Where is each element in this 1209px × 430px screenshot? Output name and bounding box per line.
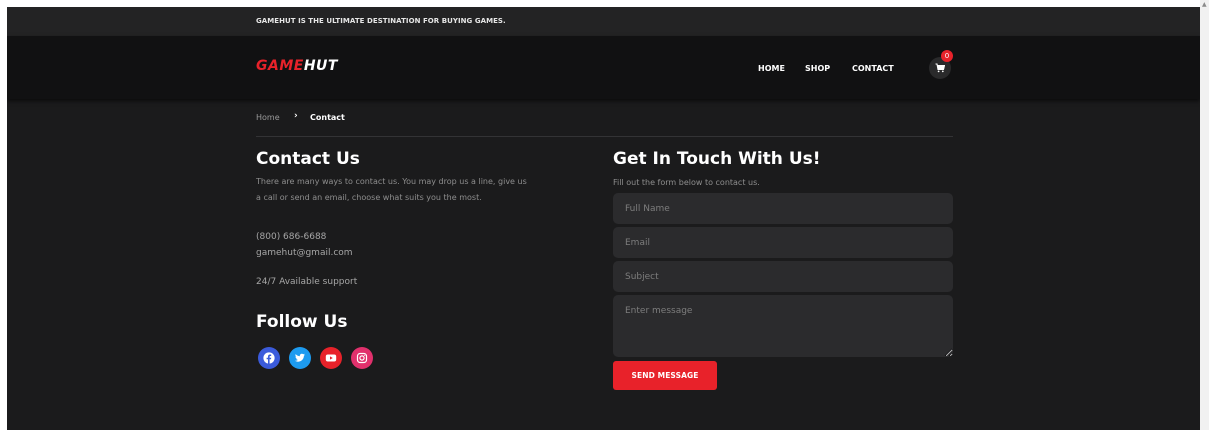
- youtube-icon: [325, 354, 337, 362]
- page: GAMEHUT IS THE ULTIMATE DESTINATION FOR …: [7, 7, 1200, 430]
- breadcrumb-separator-icon: ›: [294, 111, 298, 121]
- announcement-text: GAMEHUT IS THE ULTIMATE DESTINATION FOR …: [256, 17, 506, 25]
- logo-part-hut: HUT: [303, 58, 338, 74]
- contact-phone[interactable]: (800) 686-6688: [256, 232, 326, 242]
- vertical-scrollbar[interactable]: ▲: [1200, 0, 1209, 430]
- contact-title: Contact Us: [256, 149, 360, 169]
- nav-shop[interactable]: SHOP: [805, 64, 830, 73]
- subject-input[interactable]: [613, 261, 953, 292]
- breadcrumb-divider: [256, 136, 953, 137]
- breadcrumb-home[interactable]: Home: [256, 113, 280, 122]
- youtube-link[interactable]: [320, 347, 342, 369]
- nav-contact[interactable]: CONTACT: [852, 64, 894, 73]
- twitter-link[interactable]: [289, 347, 311, 369]
- site-logo[interactable]: GAMEHUT: [256, 58, 338, 74]
- facebook-icon: [263, 352, 275, 364]
- follow-us-title: Follow Us: [256, 312, 348, 332]
- send-message-button[interactable]: SEND MESSAGE: [613, 361, 717, 390]
- message-textarea[interactable]: [613, 295, 953, 357]
- cart-icon: [935, 63, 945, 73]
- full-name-input[interactable]: [613, 193, 953, 224]
- form-subtitle: Fill out the form below to contact us.: [613, 178, 760, 187]
- breadcrumb-current: Contact: [310, 113, 345, 122]
- form-title: Get In Touch With Us!: [613, 149, 821, 169]
- facebook-link[interactable]: [258, 347, 280, 369]
- nav-home[interactable]: HOME: [758, 64, 785, 73]
- site-header: GAMEHUT HOME SHOP CONTACT 0: [7, 36, 1200, 99]
- support-text: 24/7 Available support: [256, 277, 358, 287]
- twitter-icon: [294, 353, 305, 362]
- instagram-icon: [356, 352, 368, 364]
- contact-description-line2: a call or send an email, choose what sui…: [256, 193, 482, 202]
- contact-email[interactable]: gamehut@gmail.com: [256, 248, 353, 258]
- instagram-link[interactable]: [351, 347, 373, 369]
- contact-description-line1: There are many ways to contact us. You m…: [256, 177, 527, 186]
- logo-part-game: GAME: [256, 58, 304, 74]
- cart-count-badge: 0: [941, 50, 953, 62]
- email-input[interactable]: [613, 227, 953, 258]
- announcement-bar: GAMEHUT IS THE ULTIMATE DESTINATION FOR …: [7, 7, 1200, 36]
- scroll-up-icon[interactable]: ▲: [1202, 2, 1207, 8]
